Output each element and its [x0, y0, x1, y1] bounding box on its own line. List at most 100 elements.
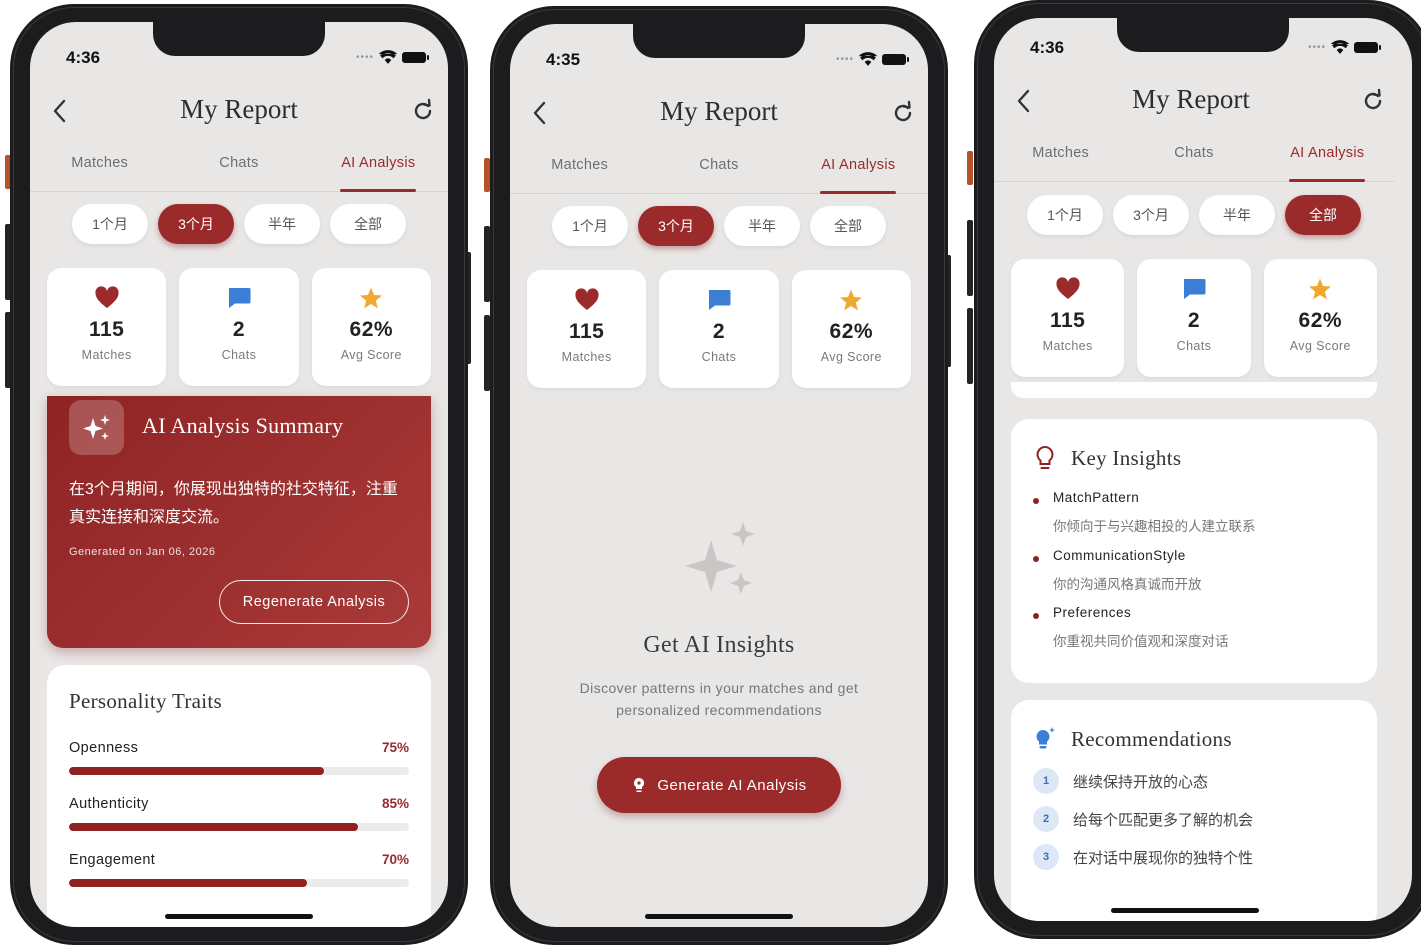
report-tabs: Matches Chats AI Analysis: [30, 148, 448, 192]
tab-chats[interactable]: Chats: [1127, 138, 1260, 181]
trait-progress-bar: [69, 823, 409, 831]
period-half-year[interactable]: 半年: [724, 206, 800, 246]
insight-item: CommunicationStyle 你的沟通风格真诚而开放: [1033, 548, 1357, 596]
stat-value: 62%: [829, 320, 874, 343]
tab-matches[interactable]: Matches: [30, 148, 169, 191]
lightbulb-icon: [634, 778, 645, 792]
period-half-year[interactable]: 半年: [244, 204, 320, 244]
insight-title: CommunicationStyle: [1053, 548, 1186, 563]
refresh-icon[interactable]: [890, 100, 916, 126]
trait-progress-fill: [69, 767, 324, 775]
insight-item: MatchPattern 你倾向于与兴趣相投的人建立联系: [1033, 490, 1357, 538]
refresh-icon[interactable]: [410, 98, 436, 124]
tab-ai-analysis[interactable]: AI Analysis: [789, 150, 928, 194]
screen: 4:36 •••• My Report Matches Chats AI Ana…: [994, 18, 1412, 921]
chat-bubble-icon: [228, 288, 251, 308]
recommendation-text: 在对话中展现你的独特个性: [1073, 850, 1254, 867]
period-3-months[interactable]: 3个月: [638, 206, 714, 246]
period-1-month[interactable]: 1个月: [552, 206, 628, 246]
volume-down-button: [967, 308, 973, 384]
trait-openness: Openness 75%: [69, 740, 409, 782]
status-time: 4:35: [546, 50, 581, 69]
stat-label: Avg Score: [340, 348, 402, 362]
sparkle-icon-box: [69, 400, 124, 455]
home-indicator: [165, 914, 313, 919]
stats-row: 115 Matches 2 Chats 62% Avg Score: [47, 268, 431, 386]
regenerate-analysis-button[interactable]: Regenerate Analysis: [219, 580, 409, 624]
trait-progress-fill: [69, 879, 307, 887]
traits-title: Personality Traits: [69, 689, 223, 713]
silent-switch: [967, 151, 973, 185]
battery-icon: [882, 53, 909, 65]
period-1-month[interactable]: 1个月: [1027, 195, 1103, 235]
stat-label: Matches: [81, 348, 132, 362]
phone-frame-1: 4:36 •••• My Report Matches Chats AI Ana…: [10, 4, 468, 945]
insight-description: 你重视共同价值观和深度对话: [1053, 634, 1229, 649]
stat-card-avg-score: 62% Avg Score: [1263, 259, 1377, 377]
summary-card-edge: [1011, 382, 1377, 398]
insight-description: 你的沟通风格真诚而开放: [1053, 577, 1202, 592]
personality-traits-card: Personality Traits Openness 75% Authenti…: [47, 665, 431, 927]
recommendation-item: 1 继续保持开放的心态: [1033, 768, 1357, 794]
period-3-months[interactable]: 3个月: [1113, 195, 1189, 235]
period-half-year[interactable]: 半年: [1199, 195, 1275, 235]
recommendation-text: 给每个匹配更多了解的机会: [1073, 812, 1254, 829]
tab-matches[interactable]: Matches: [510, 150, 649, 193]
volume-up-button: [967, 220, 973, 296]
number-badge: 3: [1033, 844, 1059, 870]
screen: 4:36 •••• My Report Matches Chats AI Ana…: [30, 22, 448, 927]
stat-card-chats: 2 Chats: [179, 268, 299, 386]
tab-ai-analysis[interactable]: AI Analysis: [309, 148, 448, 192]
generate-ai-analysis-button[interactable]: Generate AI Analysis: [597, 757, 841, 813]
trait-percent: 85%: [381, 796, 409, 811]
stat-value: 115: [1049, 309, 1086, 332]
recommendations-card: Recommendations 1 继续保持开放的心态 2 给每个匹配更多了解的…: [1011, 700, 1377, 921]
key-insights-card: Key Insights MatchPattern 你倾向于与兴趣相投的人建立联…: [1011, 419, 1377, 683]
generated-date: Generated on Jan 06, 2026: [69, 546, 216, 558]
heart-icon: [95, 286, 119, 308]
status-time: 4:36: [66, 48, 101, 67]
insight-title: MatchPattern: [1053, 490, 1140, 505]
home-indicator: [645, 914, 793, 919]
stat-label: Avg Score: [820, 350, 882, 364]
heart-icon: [575, 288, 599, 310]
stat-card-matches: 115 Matches: [1011, 259, 1125, 377]
period-1-month[interactable]: 1个月: [72, 204, 148, 244]
bullet-icon: [1033, 556, 1039, 562]
insight-description: 你倾向于与兴趣相投的人建立联系: [1053, 519, 1256, 534]
period-all[interactable]: 全部: [810, 206, 886, 246]
trait-engagement: Engagement 70%: [69, 852, 409, 894]
stat-card-avg-score: 62% Avg Score: [791, 270, 911, 388]
star-icon: [840, 289, 863, 311]
sparkles-icon: [685, 522, 755, 594]
tab-matches[interactable]: Matches: [994, 138, 1127, 181]
stat-label: Chats: [1176, 339, 1212, 353]
recommendation-item: 2 给每个匹配更多了解的机会: [1033, 806, 1357, 832]
signal-icon: ••••: [1307, 41, 1326, 53]
tab-chats[interactable]: Chats: [169, 148, 308, 191]
refresh-icon[interactable]: [1360, 88, 1386, 114]
lightbulb-icon: [1036, 445, 1054, 469]
trait-name: Authenticity: [69, 796, 149, 812]
star-icon: [1309, 278, 1332, 300]
stat-card-avg-score: 62% Avg Score: [311, 268, 431, 386]
empty-description: Discover patterns in your matches and ge…: [579, 680, 859, 718]
bullet-icon: [1033, 613, 1039, 619]
notch: [633, 24, 805, 58]
notch: [153, 22, 325, 56]
stats-row: 115 Matches 2 Chats 62% Avg Score: [1011, 259, 1377, 377]
phone-frame-3: 4:36 •••• My Report Matches Chats AI Ana…: [974, 0, 1421, 939]
insight-title: Preferences: [1053, 605, 1132, 620]
period-3-months[interactable]: 3个月: [158, 204, 234, 244]
period-all[interactable]: 全部: [1285, 195, 1361, 235]
app-header: My Report: [994, 74, 1412, 130]
screen: 4:35 •••• My Report Matches Chats AI Ana…: [510, 24, 928, 927]
empty-state: Get AI Insights Discover patterns in you…: [510, 520, 928, 813]
insights-title: Key Insights: [1071, 445, 1182, 470]
tab-chats[interactable]: Chats: [649, 150, 788, 193]
signal-icon: ••••: [355, 51, 374, 63]
summary-title: AI Analysis Summary: [142, 413, 344, 438]
stats-row: 115 Matches 2 Chats 62% Avg Score: [527, 270, 911, 388]
tab-ai-analysis[interactable]: AI Analysis: [1261, 138, 1394, 182]
period-all[interactable]: 全部: [330, 204, 406, 244]
